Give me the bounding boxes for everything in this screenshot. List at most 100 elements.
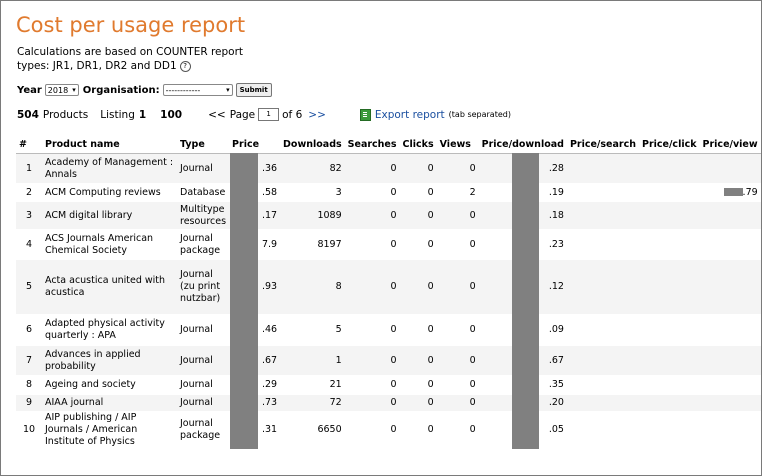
table-row[interactable]: 6 Adapted physical activity quarterly : A… bbox=[16, 314, 761, 346]
listing-label: Listing bbox=[100, 108, 135, 121]
clicks-value: 0 bbox=[427, 424, 434, 435]
downloads-cell: 3 bbox=[280, 183, 345, 202]
header-product-name[interactable]: Product name bbox=[42, 135, 177, 154]
product-name[interactable]: Adapted physical activity quarterly : AP… bbox=[42, 314, 177, 346]
spreadsheet-icon[interactable] bbox=[359, 108, 371, 121]
export-report-link[interactable]: Export report bbox=[375, 109, 445, 121]
views-value: 2 bbox=[469, 186, 476, 198]
header-price[interactable]: Price bbox=[229, 135, 281, 154]
table-row[interactable]: 10 AIP publishing / AIP Journals / Americ… bbox=[16, 411, 761, 449]
product-name[interactable]: AIP publishing / AIP Journals / American… bbox=[42, 411, 177, 449]
price-per-download-value: .23 bbox=[548, 238, 564, 250]
price-value: .36 bbox=[261, 162, 278, 174]
product-name[interactable]: ACS Journals American Chemical Society bbox=[42, 229, 177, 260]
organisation-value: ------------ bbox=[165, 85, 201, 95]
table-row[interactable]: 4 ACS Journals American Chemical Society J… bbox=[16, 229, 761, 260]
table-row[interactable]: 9 AIAA journal Journal .73 72 0 0 0 .20 bbox=[16, 394, 761, 412]
table-row[interactable]: 5 Acta acustica united with acustica Journ… bbox=[16, 259, 761, 315]
searches-cell: 0 bbox=[344, 411, 400, 449]
searches-cell: 0 bbox=[344, 183, 400, 202]
submit-button[interactable]: Submit bbox=[235, 83, 272, 97]
views-value: 0 bbox=[469, 397, 476, 408]
year-select[interactable]: 2018 ▾ bbox=[44, 84, 79, 96]
downloads-value: 82 bbox=[329, 162, 342, 174]
organisation-select[interactable]: ------------ ▾ bbox=[162, 84, 233, 96]
product-type-value: Journal bbox=[180, 162, 213, 174]
downloads-cell: 8 bbox=[280, 259, 345, 315]
page-input[interactable]: 1 bbox=[258, 108, 280, 121]
table-row[interactable]: 2 ACM Computing reviews Database .58 3 0 0 2 .19… bbox=[16, 183, 761, 202]
product-type-value: Journal bbox=[180, 354, 213, 366]
header-price-per-download[interactable]: Price/download bbox=[478, 135, 567, 154]
product-name[interactable]: ACM digital library bbox=[42, 201, 177, 230]
clicks-cell: 0 bbox=[399, 314, 437, 346]
downloads-value: 3 bbox=[335, 186, 342, 198]
views-value: 0 bbox=[469, 424, 476, 435]
downloads-value: 5 bbox=[335, 324, 342, 335]
product-type: Journal package bbox=[177, 411, 230, 449]
product-type: Journal (zu print nutzbar) bbox=[177, 259, 230, 315]
table-row[interactable]: 7 Advances in applied probability Journal.… bbox=[16, 345, 761, 376]
product-name-value: Advances in applied probability bbox=[45, 348, 141, 372]
row-number: 3 bbox=[16, 201, 42, 230]
product-type-value: Journal package bbox=[180, 232, 221, 256]
product-name[interactable]: Academy of Management : Annals bbox=[42, 153, 177, 184]
searches-cell: 0 bbox=[344, 314, 400, 346]
header-type[interactable]: Type bbox=[177, 135, 230, 154]
row-number: 9 bbox=[16, 394, 42, 412]
price-per-view-cell: .79 bbox=[699, 183, 761, 202]
views-cell: 0 bbox=[436, 201, 479, 230]
price-per-view-cell bbox=[699, 314, 761, 346]
header-price-per-view[interactable]: Price/view bbox=[699, 135, 761, 154]
downloads-value: 1 bbox=[335, 354, 342, 366]
row-number-value: 5 bbox=[25, 281, 33, 292]
product-name-value: AIP publishing / AIP Journals / American… bbox=[45, 412, 138, 447]
help-icon[interactable]: ? bbox=[179, 60, 191, 72]
clicks-cell: 0 bbox=[399, 394, 437, 412]
clicks-cell: 0 bbox=[399, 345, 437, 376]
price-per-download-value: .35 bbox=[548, 379, 564, 390]
product-name[interactable]: Advances in applied probability bbox=[42, 345, 177, 376]
header-price-per-click[interactable]: Price/click bbox=[638, 135, 700, 154]
next-page-link[interactable]: >> bbox=[308, 109, 326, 121]
downloads-value: 8 bbox=[335, 281, 342, 292]
price-per-search-cell bbox=[566, 153, 639, 184]
product-type: Journal bbox=[177, 314, 230, 346]
views-cell: 2 bbox=[436, 183, 479, 202]
prev-page-link[interactable]: << bbox=[208, 109, 226, 121]
header-clicks[interactable]: Clicks bbox=[399, 135, 437, 154]
header-searches[interactable]: Searches bbox=[344, 135, 400, 154]
price-per-click-cell bbox=[638, 201, 700, 230]
header-views[interactable]: Views bbox=[436, 135, 479, 154]
product-name[interactable]: Ageing and society bbox=[42, 375, 177, 395]
price-per-search-cell bbox=[566, 345, 639, 376]
header-number[interactable]: # bbox=[16, 135, 42, 154]
price-per-click-cell bbox=[638, 314, 700, 346]
price-value: .46 bbox=[261, 324, 278, 335]
price-per-search-cell bbox=[566, 201, 639, 230]
header-downloads[interactable]: Downloads bbox=[280, 135, 345, 154]
table-row[interactable]: 3 ACM digital library Multitype resources.… bbox=[16, 201, 761, 230]
year-label: Year bbox=[17, 84, 42, 96]
downloads-cell: 6650 bbox=[280, 411, 345, 449]
row-number: 5 bbox=[16, 259, 42, 315]
searches-cell: 0 bbox=[344, 345, 400, 376]
product-name[interactable]: AIAA journal bbox=[42, 394, 177, 412]
header-price-per-search[interactable]: Price/search bbox=[566, 135, 639, 154]
chevron-down-icon: ▾ bbox=[72, 86, 76, 94]
product-name[interactable]: Acta acustica united with acustica bbox=[42, 259, 177, 315]
price-value: .29 bbox=[261, 379, 278, 390]
row-number: 1 bbox=[16, 153, 42, 184]
clicks-value: 0 bbox=[427, 397, 434, 408]
product-name-value: Academy of Management : Annals bbox=[45, 156, 174, 180]
table-row[interactable]: 8 Ageing and society Journal .29 21 0 0 0 .35 bbox=[16, 375, 761, 395]
product-name[interactable]: ACM Computing reviews bbox=[42, 183, 177, 202]
searches-value: 0 bbox=[390, 379, 397, 390]
views-cell: 0 bbox=[436, 345, 479, 376]
downloads-cell: 82 bbox=[280, 153, 345, 184]
price-per-view-cell bbox=[699, 345, 761, 376]
table-row[interactable]: 1 Academy of Management : Annals Journal .3… bbox=[16, 153, 761, 184]
downloads-cell: 8197 bbox=[280, 229, 345, 260]
clicks-cell: 0 bbox=[399, 201, 437, 230]
searches-cell: 0 bbox=[344, 201, 400, 230]
